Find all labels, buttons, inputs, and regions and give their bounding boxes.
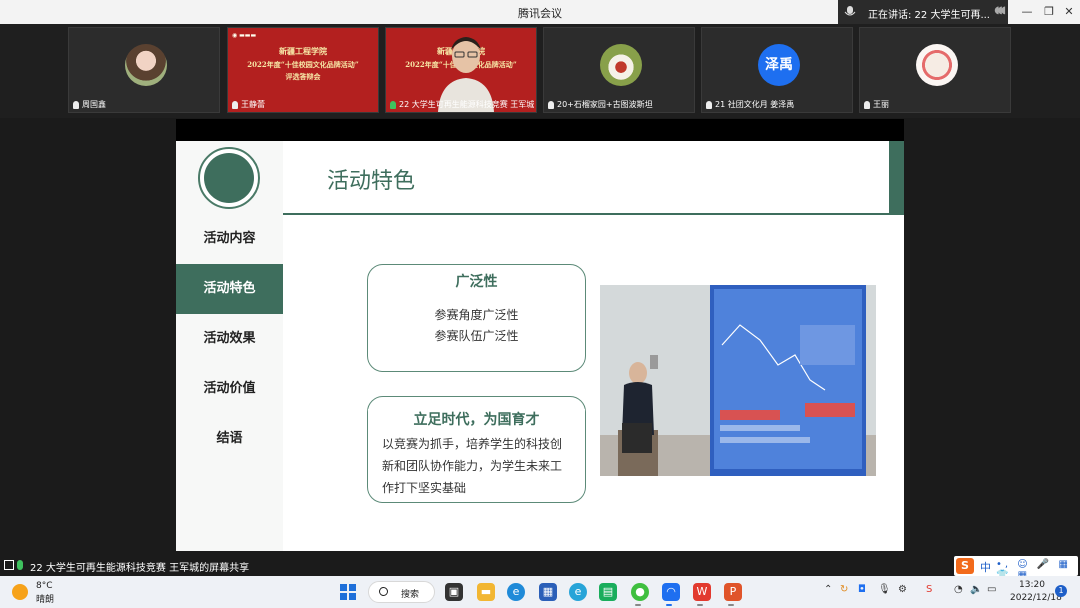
mic-on-icon bbox=[17, 560, 23, 570]
slide-menu-item: 结语 bbox=[216, 431, 243, 446]
avatar bbox=[600, 44, 642, 86]
tray-app-icon[interactable]: ↻ bbox=[840, 584, 848, 595]
speaking-wave-icon: ◖◖◖ bbox=[994, 5, 1006, 16]
mic-on-icon bbox=[390, 100, 396, 109]
mic-off-icon bbox=[232, 100, 238, 109]
participant-name: 周国鑫 bbox=[82, 100, 106, 109]
running-indicator bbox=[728, 604, 734, 606]
share-status-bar: 22 大学生可再生能源科技竞赛 王军城的屏幕共享 bbox=[0, 557, 1080, 575]
slide-menu-item-active: 活动特色 bbox=[176, 264, 283, 314]
card-line: 参赛角度广泛性 bbox=[434, 308, 519, 322]
card-line: 参赛队伍广泛性 bbox=[434, 329, 519, 343]
participant-name: 21 社团文化月 姜泽禹 bbox=[715, 100, 795, 109]
tray-app-icon[interactable]: ◘ bbox=[858, 584, 866, 595]
ime-language[interactable]: 中 bbox=[980, 559, 991, 575]
notification-badge[interactable]: 1 bbox=[1055, 585, 1067, 597]
app-icon[interactable]: ▤ bbox=[599, 583, 617, 601]
participant-tile[interactable]: 20+石榴家园+古图波斯坦 bbox=[543, 27, 695, 113]
mic-off-icon bbox=[706, 100, 712, 109]
search-icon bbox=[379, 587, 388, 596]
running-indicator bbox=[635, 604, 641, 606]
participant-tile[interactable]: 周国鑫 bbox=[68, 27, 220, 113]
wifi-icon[interactable]: ◔ bbox=[954, 584, 963, 595]
clock-time: 13:20 bbox=[1019, 580, 1045, 590]
speaker-avatar-icon bbox=[844, 6, 856, 16]
running-indicator bbox=[666, 604, 672, 606]
participant-name: 王丽 bbox=[873, 100, 889, 109]
participant-tile[interactable]: 王丽 bbox=[859, 27, 1011, 113]
volume-icon[interactable]: 🔈 bbox=[970, 584, 982, 595]
browser-icon[interactable]: e bbox=[569, 583, 587, 601]
wps-icon[interactable]: W bbox=[693, 583, 711, 601]
slide-menu-item: 活动内容 bbox=[203, 231, 256, 246]
participant-tile[interactable]: 泽禹 21 社团文化月 姜泽禹 bbox=[701, 27, 853, 113]
participant-name: 王静蕾 bbox=[241, 100, 265, 109]
battery-icon[interactable]: ▭ bbox=[987, 584, 996, 595]
minimize-icon[interactable]: — bbox=[1016, 3, 1038, 21]
speaking-indicator[interactable]: 正在讲话: 22 大学生可再... ◖◖◖ bbox=[838, 0, 1008, 24]
participants-strip: 周国鑫 ◉ ▬▬▬ 新疆工程学院 2022年度“十佳校园文化品牌活动” 评选答辩… bbox=[0, 24, 1080, 118]
feature-card-breadth: 广泛性 参赛角度广泛性 参赛队伍广泛性 bbox=[367, 264, 586, 372]
avatar bbox=[916, 44, 958, 86]
slide-accent-bar bbox=[889, 141, 904, 215]
taskbar: 8°C 晴朗 搜索 ▣ ▬ e ▦ e ▤ ● ◠ W P ⌃ ↻ ◘ 🎙 ⚙ … bbox=[0, 576, 1080, 608]
decorative-circle-icon bbox=[198, 147, 260, 209]
slide-menu-item: 活动价值 bbox=[203, 381, 256, 396]
clock-date: 2022/12/18 bbox=[1010, 593, 1062, 603]
slide-sidebar: 活动内容 活动特色 活动效果 活动价值 结语 bbox=[176, 141, 283, 551]
share-status-text: 22 大学生可再生能源科技竞赛 王军城的屏幕共享 bbox=[30, 563, 250, 574]
avatar bbox=[125, 44, 167, 86]
tray-app-icon[interactable]: ⚙ bbox=[898, 584, 907, 595]
sogou-ime-icon[interactable]: S bbox=[956, 558, 974, 574]
microphone-icon[interactable]: 🎙 bbox=[878, 584, 891, 595]
participant-name: 20+石榴家园+古图波斯坦 bbox=[557, 100, 653, 109]
wechat-icon[interactable]: ● bbox=[631, 583, 649, 601]
school-logo-icon: ◉ ▬▬▬ bbox=[232, 32, 257, 39]
participant-tile-speaking[interactable]: 新疆工程学院 2022年度“十佳校园文化品牌活动” 22 大学生可再生能源科技竞… bbox=[385, 27, 537, 113]
task-view-icon[interactable]: ▣ bbox=[445, 583, 463, 601]
sun-icon bbox=[12, 584, 28, 600]
taskbar-search[interactable]: 搜索 bbox=[368, 581, 435, 603]
chevron-up-icon[interactable]: ⌃ bbox=[824, 584, 832, 595]
competition-photo bbox=[600, 285, 876, 476]
slide-header: 活动特色 bbox=[283, 141, 889, 215]
sogou-tray-icon[interactable]: S bbox=[926, 584, 932, 595]
ime-toolbar[interactable]: S 中 •, ☺ 🎤 ▦ 👕 ▦ bbox=[954, 556, 1078, 581]
screen-share-icon bbox=[4, 560, 14, 570]
participant-name: 22 大学生可再生能源科技竞赛 王军城 bbox=[399, 100, 535, 109]
close-icon[interactable]: ✕ bbox=[1058, 3, 1080, 21]
mic-off-icon bbox=[864, 100, 870, 109]
tencent-meeting-icon[interactable]: ◠ bbox=[662, 583, 680, 601]
maximize-icon[interactable]: ❐ bbox=[1038, 3, 1060, 21]
card-title: 立足时代，为国育才 bbox=[368, 409, 585, 429]
file-explorer-icon[interactable]: ▬ bbox=[477, 583, 495, 601]
running-indicator bbox=[697, 604, 703, 606]
ppt-icon[interactable]: P bbox=[724, 583, 742, 601]
system-clock[interactable]: 13:20 2022/12/18 bbox=[1010, 579, 1062, 605]
speaking-text: 正在讲话: 22 大学生可再... bbox=[868, 10, 990, 21]
card-title: 广泛性 bbox=[455, 274, 498, 290]
slide-menu-item: 活动效果 bbox=[203, 331, 256, 346]
presentation-slide: 活动内容 活动特色 活动效果 活动价值 结语 活动特色 广泛性 参赛角度广泛性 … bbox=[176, 141, 904, 551]
edge-icon[interactable]: e bbox=[507, 583, 525, 601]
participant-tile[interactable]: ◉ ▬▬▬ 新疆工程学院 2022年度“十佳校园文化品牌活动” 评选答辩会 王静… bbox=[227, 27, 379, 113]
title-bar: 腾讯会议 正在讲话: 22 大学生可再... ◖◖◖ — ❐ ✕ bbox=[0, 0, 1080, 24]
feature-card-era: 立足时代，为国育才 以竞赛为抓手，培养学生的科技创新和团队协作能力，为学生未来工… bbox=[367, 396, 586, 503]
mic-off-icon bbox=[73, 100, 79, 109]
store-icon[interactable]: ▦ bbox=[539, 583, 557, 601]
start-icon[interactable] bbox=[339, 583, 357, 601]
avatar: 泽禹 bbox=[758, 44, 800, 86]
card-body: 以竞赛为抓手，培养学生的科技创新和团队协作能力，为学生未来工作打下坚实基础 bbox=[382, 437, 563, 495]
slide-title: 活动特色 bbox=[327, 169, 416, 194]
mic-off-icon bbox=[548, 100, 554, 109]
